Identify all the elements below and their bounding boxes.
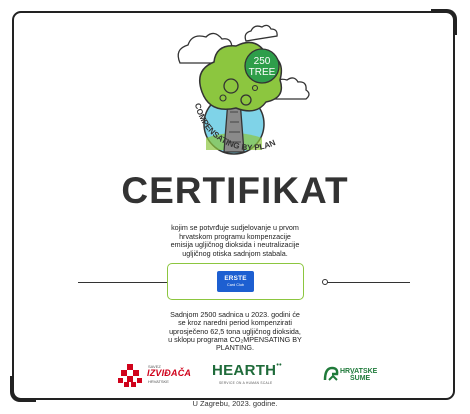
hrvatske-sume-name: HRVATSKE ŠUME xyxy=(340,368,377,382)
izvidaca-name: IZVIĐAČA xyxy=(147,368,192,378)
body-text: Sadnjom 2500 sadnica u 2023. godini će s… xyxy=(140,310,330,353)
divider-dot-right xyxy=(322,279,328,285)
erste-logo: ERSTE Card Club xyxy=(217,271,254,292)
body-line: PLANTING. xyxy=(216,343,254,353)
badge-number: 250 xyxy=(254,56,271,67)
erste-brand: ERSTE xyxy=(224,275,247,282)
intro-line: ugljičnog otiska sadnjom stabala. xyxy=(182,248,288,258)
hearth-name: HEARTH xyxy=(212,362,277,379)
hrvatske-sume-line2: ŠUME xyxy=(350,375,371,382)
izvidaca-bottom: HRVATSKE xyxy=(148,379,169,384)
hearth-tagline: SERVICE ON A HUMAN SCALE xyxy=(219,381,273,385)
erste-sub: Card Club xyxy=(226,283,245,287)
certificate-title: CERTIFIKAT xyxy=(121,170,349,211)
cloud-icon xyxy=(244,24,278,42)
badge-word: TREE xyxy=(249,67,276,78)
hearth-mark-icon: •• xyxy=(276,362,282,369)
izvidaca-logo-icon xyxy=(118,364,142,387)
hearth-logo: HEARTH•• xyxy=(212,362,282,379)
divider-right xyxy=(324,282,410,283)
hrvatske-sume-line1: HRVATSKE xyxy=(340,368,378,375)
tree-emblem: 250 TREE COMPENSATING BY PLANTING '23 xyxy=(0,0,310,155)
divider-left xyxy=(78,282,171,283)
footer-place-date: U Zagrebu, 2023. godine. xyxy=(192,399,278,408)
intro-text: kojim se potvrđuje sudjelovanje u prvom … xyxy=(130,223,340,258)
hrvatske-sume-logo-icon xyxy=(323,366,339,381)
